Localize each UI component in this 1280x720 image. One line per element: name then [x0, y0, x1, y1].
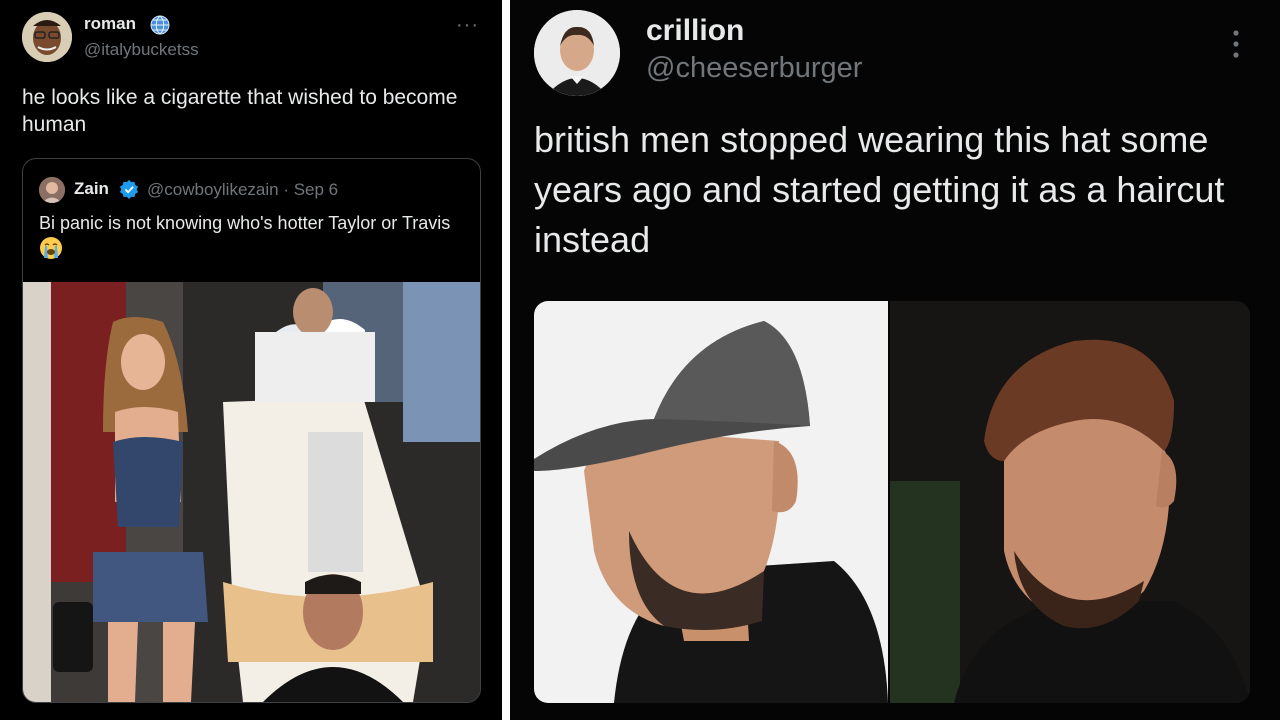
quoted-text-body: Bi panic is not knowing who's hotter Tay… [39, 213, 451, 233]
avatar[interactable] [22, 12, 72, 62]
quoted-photo[interactable] [23, 282, 480, 702]
more-options-icon[interactable]: ··· [456, 14, 479, 37]
avatar-image [534, 10, 620, 96]
tweet-text: british men stopped wearing this hat som… [534, 119, 1225, 260]
quoted-tweet[interactable]: Zain @cowboylikezain · Sep 6 Bi panic is… [22, 158, 481, 703]
user-handle[interactable]: @cheeserburger [646, 52, 862, 85]
avatar-image [22, 12, 72, 62]
avatar[interactable] [534, 10, 620, 96]
quoted-avatar-image [39, 177, 65, 203]
quoted-handle-date[interactable]: @cowboylikezain · Sep 6 [147, 180, 338, 200]
tweet-text: he looks like a cigarette that wished to… [22, 86, 458, 137]
display-name[interactable]: roman [84, 14, 136, 34]
quoted-avatar[interactable] [39, 177, 65, 203]
quoted-display-name[interactable]: Zain [74, 179, 109, 199]
right-tweet-panel: crillion @cheeserburger british men stop… [510, 0, 1280, 720]
left-tweet-panel: roman @italybucketss ··· he looks like a… [0, 0, 502, 720]
tweet-photo[interactable] [534, 301, 1250, 703]
user-handle[interactable]: @italybucketss [84, 40, 199, 60]
globe-icon [150, 15, 170, 35]
loudly-crying-face-emoji [40, 237, 62, 260]
more-options-icon[interactable] [1226, 28, 1246, 62]
display-name[interactable]: crillion [646, 14, 744, 48]
verified-badge-icon [119, 179, 139, 199]
quoted-tweet-text: Bi panic is not knowing who's hotter Tay… [39, 211, 459, 263]
